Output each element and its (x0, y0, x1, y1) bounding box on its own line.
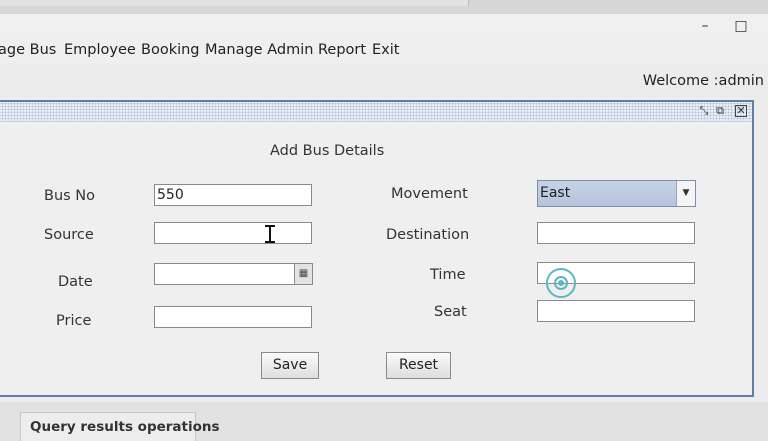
calendar-icon[interactable]: ▦ (294, 263, 313, 285)
movement-dropdown[interactable]: East ▼ (537, 180, 696, 207)
seat-label: Seat (434, 304, 467, 320)
reset-button[interactable]: Reset (386, 352, 451, 379)
form-title: Add Bus Details (270, 143, 385, 159)
source-field[interactable] (154, 222, 312, 244)
menu-report[interactable]: Report (318, 41, 366, 59)
menu-exit[interactable]: Exit (372, 41, 399, 59)
iconify-icon[interactable]: ⤡ (698, 105, 710, 117)
time-label: Time (430, 267, 466, 283)
minimize-icon[interactable]: – (697, 18, 713, 34)
movement-label: Movement (391, 186, 468, 202)
menu-manage-bus[interactable]: age Bus (0, 41, 56, 59)
price-field[interactable] (154, 306, 312, 328)
date-field[interactable] (154, 263, 295, 285)
welcome-text: Welcome :admin (642, 73, 764, 89)
click-indicator-icon (546, 268, 576, 298)
tab-query-results-operations[interactable]: Query results operations (20, 412, 220, 441)
menu-employee[interactable]: Employee (64, 41, 136, 59)
save-button[interactable]: Save (261, 352, 319, 379)
source-label: Source (44, 227, 94, 243)
price-label: Price (56, 313, 92, 329)
date-label: Date (58, 274, 93, 290)
seat-field[interactable] (537, 300, 695, 322)
menu-booking[interactable]: Booking (141, 41, 200, 59)
frame-maximize-icon[interactable]: ⧉ (714, 105, 726, 117)
movement-selected-value: East (540, 185, 571, 201)
destination-field[interactable] (537, 222, 695, 244)
menu-manage-admin[interactable]: Manage Admin (205, 41, 313, 59)
window-titlebar (0, 14, 768, 38)
chevron-down-icon[interactable]: ▼ (676, 181, 695, 206)
destination-label: Destination (386, 227, 470, 243)
internal-frame-titlebar[interactable]: ⤡ ⧉ ✕ (0, 102, 752, 122)
text-cursor-icon (265, 225, 275, 243)
maximize-icon[interactable]: □ (733, 18, 749, 34)
bus-no-field[interactable]: 550 (154, 184, 312, 206)
bus-no-label: Bus No (44, 188, 96, 204)
close-icon[interactable]: ✕ (735, 105, 747, 117)
top-strip (0, 0, 768, 15)
